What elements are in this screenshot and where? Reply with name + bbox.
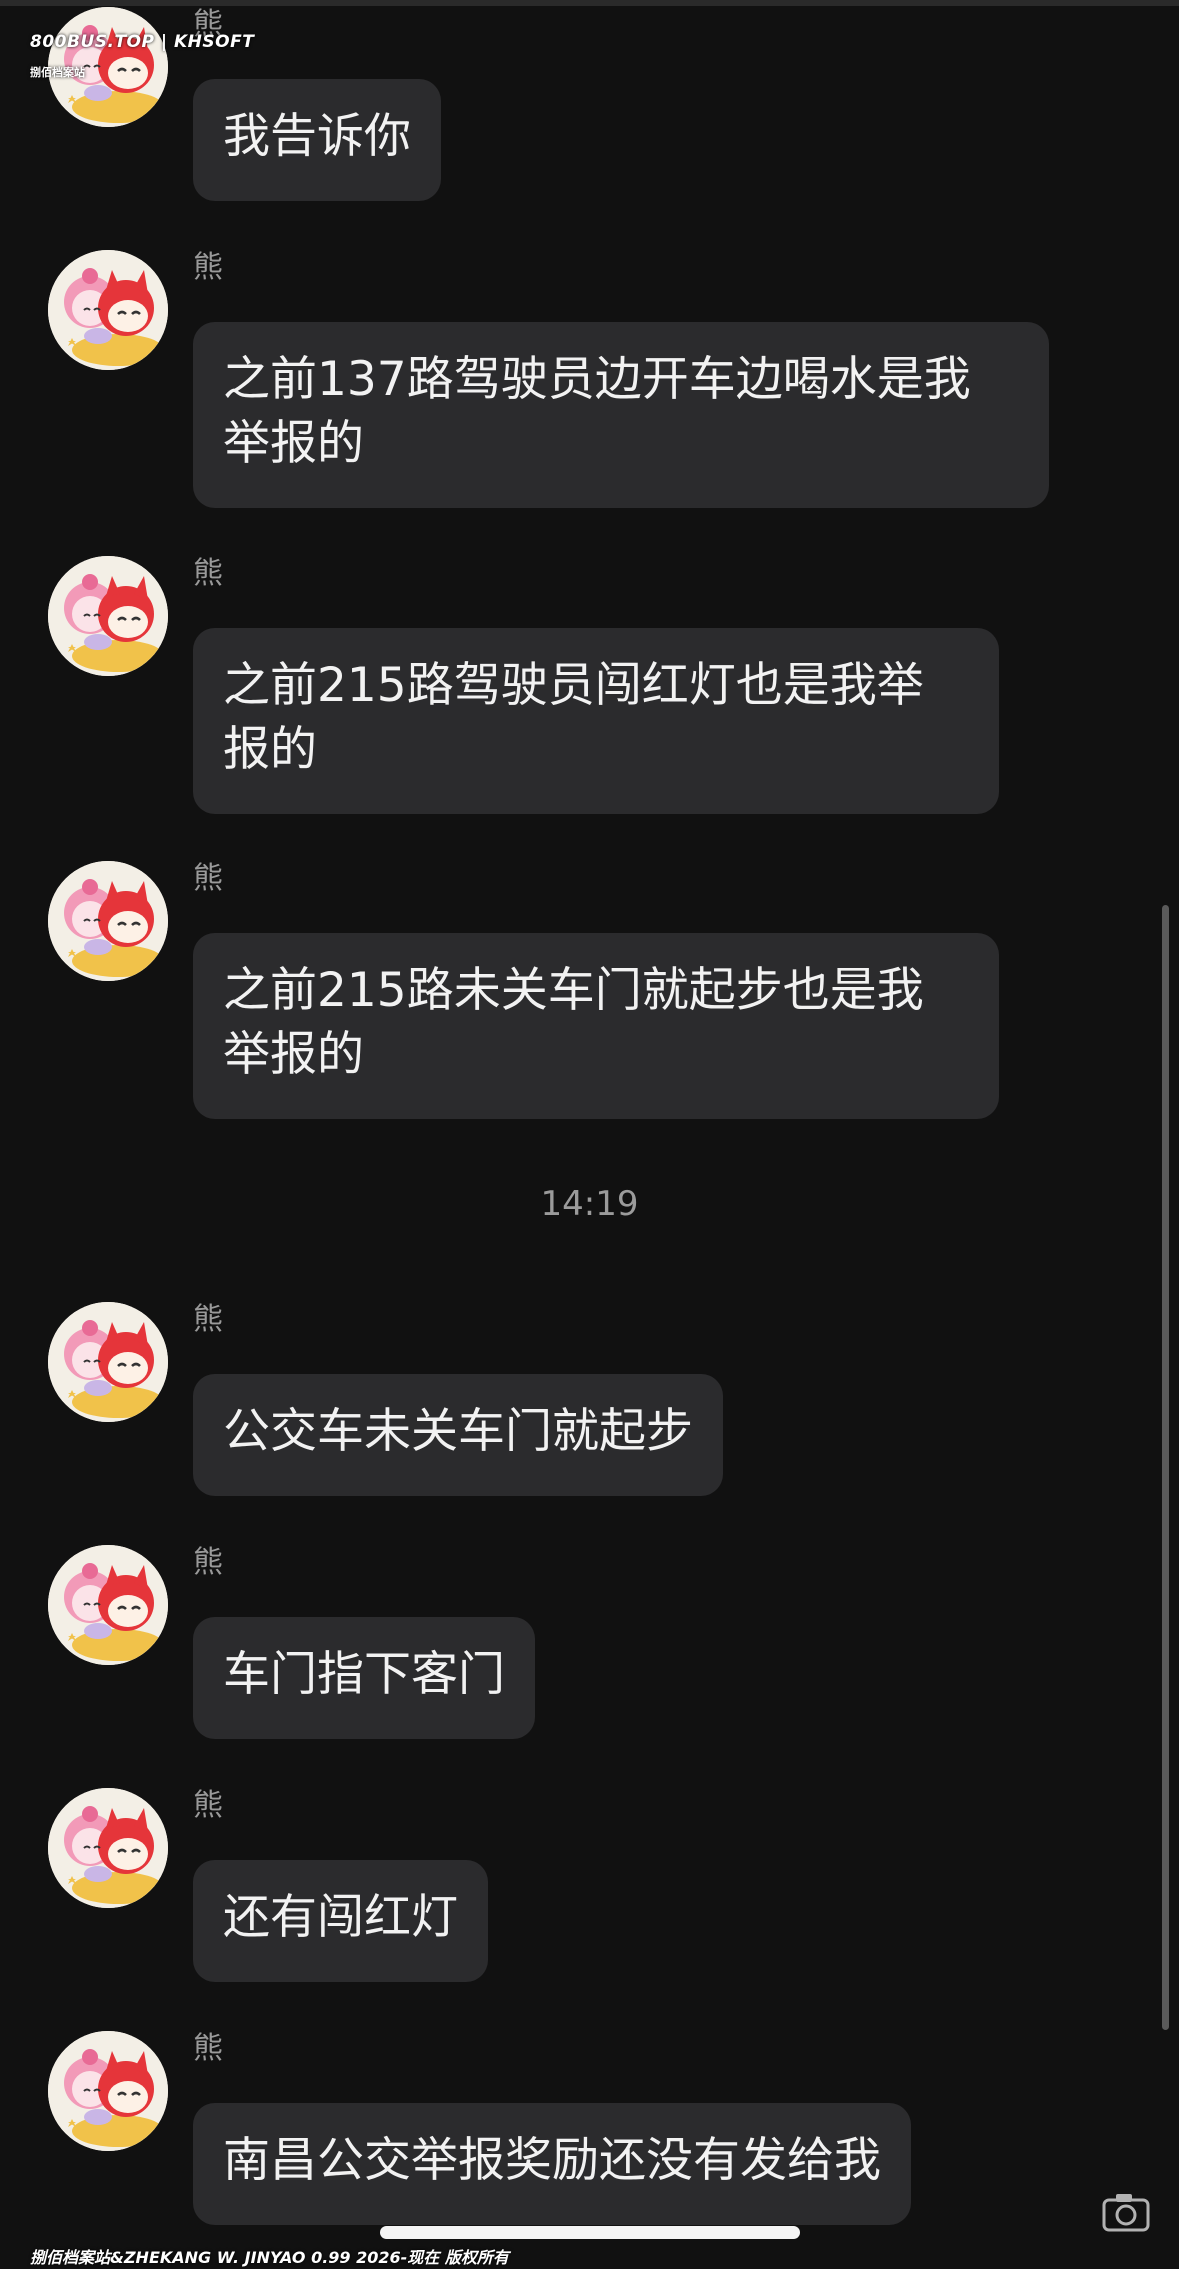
home-indicator[interactable] xyxy=(380,2226,800,2239)
message-bubble[interactable]: 我告诉你 xyxy=(193,79,441,201)
sender-name: 熊 xyxy=(193,250,223,285)
chat-message-list[interactable]: 熊 我告诉你 熊 之前137路驾驶员边开车边喝水是我 举报的 熊 之前215路驾… xyxy=(0,0,1179,2269)
message-line: 南昌公交举报奖励还没有发给我 xyxy=(223,2133,881,2188)
sender-name: 熊 xyxy=(193,2031,223,2066)
sender-name: 熊 xyxy=(193,861,223,896)
message-line: 还有闯红灯 xyxy=(223,1890,458,1945)
avatar[interactable] xyxy=(48,2031,168,2151)
avatar-illustration xyxy=(48,1302,168,1422)
watermark-top: 800BUS.TOP | KHSOFT xyxy=(30,32,255,52)
watermark-bottom: 捌佰档案站&ZHEKANG W. JINYAO 0.99 2026-现在 版权所… xyxy=(30,2248,509,2267)
avatar[interactable] xyxy=(48,1545,168,1665)
sender-name: 熊 xyxy=(193,556,223,591)
message-bubble[interactable]: 南昌公交举报奖励还没有发给我 xyxy=(193,2103,911,2225)
message-line: 报的 xyxy=(223,722,317,777)
sender-name: 熊 xyxy=(193,1545,223,1580)
camera-icon xyxy=(1102,2194,1150,2232)
avatar[interactable] xyxy=(48,1788,168,1908)
avatar-illustration xyxy=(48,861,168,981)
message-bubble[interactable]: 之前215路未关车门就起步也是我 举报的 xyxy=(193,933,999,1119)
sender-name: 熊 xyxy=(193,1788,223,1823)
scrollbar[interactable] xyxy=(1162,905,1169,2030)
message-line: 我告诉你 xyxy=(223,109,411,164)
message-line: 之前137路驾驶员边开车边喝水是我 xyxy=(223,352,971,407)
avatar-illustration xyxy=(48,556,168,676)
message-line: 之前215路驾驶员闯红灯也是我举 xyxy=(223,658,924,713)
avatar[interactable] xyxy=(48,250,168,370)
message-line: 车门指下客门 xyxy=(223,1647,505,1702)
avatar-illustration xyxy=(48,250,168,370)
message-line: 举报的 xyxy=(223,416,364,471)
timestamp-divider: 14:19 xyxy=(540,1184,639,1224)
message-bubble[interactable]: 公交车未关车门就起步 xyxy=(193,1374,723,1496)
message-line: 举报的 xyxy=(223,1027,364,1082)
watermark-top-sub: 捌佰档案站 xyxy=(30,66,85,79)
message-line: 之前215路未关车门就起步也是我 xyxy=(223,963,924,1018)
avatar[interactable] xyxy=(48,1302,168,1422)
sender-name: 熊 xyxy=(193,1302,223,1337)
message-bubble[interactable]: 车门指下客门 xyxy=(193,1617,535,1739)
avatar-illustration xyxy=(48,1788,168,1908)
avatar[interactable] xyxy=(48,861,168,981)
message-bubble[interactable]: 之前137路驾驶员边开车边喝水是我 举报的 xyxy=(193,322,1049,508)
message-line: 公交车未关车门就起步 xyxy=(223,1404,693,1459)
avatar-illustration xyxy=(48,1545,168,1665)
message-bubble[interactable]: 还有闯红灯 xyxy=(193,1860,488,1982)
avatar-illustration xyxy=(48,2031,168,2151)
message-bubble[interactable]: 之前215路驾驶员闯红灯也是我举 报的 xyxy=(193,628,999,814)
avatar[interactable] xyxy=(48,556,168,676)
